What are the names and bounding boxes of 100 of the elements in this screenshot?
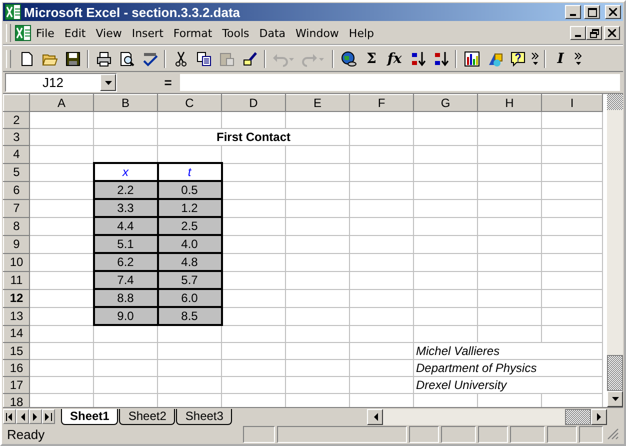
menu-item[interactable]: Tools [217,26,254,40]
dropdown-button[interactable] [100,74,116,91]
paintbrush-icon[interactable] [242,50,258,66]
row-header[interactable]: 5 [4,163,30,181]
row-header[interactable]: 12 [4,289,30,307]
sheet-tab[interactable]: Sheet1 [61,408,118,424]
row-header[interactable]: 17 [4,376,30,394]
last-button[interactable] [42,409,55,424]
menu-item[interactable]: Help [344,26,379,40]
minimize-button[interactable] [565,5,581,19]
question-mark-icon[interactable] [510,50,526,66]
vertical-scrollbar[interactable] [607,94,623,407]
status-panel [409,426,439,442]
restore-icon[interactable] [590,28,598,38]
toolbar-button[interactable]: Σ [360,48,383,70]
close-icon[interactable] [608,29,616,37]
sheet-title: First Contact [158,128,350,146]
table-cell: 2.5 [158,217,222,235]
row-header[interactable]: 14 [4,325,30,342]
close-button[interactable] [604,26,620,40]
restore-button[interactable] [586,26,602,40]
menu-item[interactable]: Edit [59,26,91,40]
row-header[interactable]: 13 [4,307,30,325]
left-triangle-button[interactable] [16,409,29,424]
scroll-left-button[interactable] [367,408,383,424]
column-header[interactable]: A [30,94,94,112]
row-header[interactable]: 4 [4,146,30,163]
menu-item[interactable]: File [31,26,60,40]
select-all-button[interactable] [4,94,30,112]
scroll-down-button[interactable] [607,391,623,407]
column-header[interactable]: E [286,94,350,112]
toolbar-button[interactable]: I [549,48,572,70]
spreadsheet-icon[interactable] [15,25,31,41]
close-icon[interactable] [609,8,617,16]
magnifier-page-icon[interactable] [118,50,134,66]
sheet-tab[interactable]: Sheet2 [119,408,176,424]
column-header[interactable]: B [94,94,158,112]
horizontal-scrollbar[interactable] [367,408,607,424]
equals-button[interactable]: = [161,75,175,90]
column-header[interactable]: F [350,94,414,112]
maximize-button[interactable] [584,5,600,19]
table-cell: 7.4 [94,271,158,289]
chevron-icon[interactable] [530,52,540,66]
blank-page-icon[interactable] [18,50,34,66]
globe-icon[interactable] [340,50,356,66]
row-header[interactable]: 7 [4,199,30,217]
right-triangle-icon[interactable] [596,412,602,420]
checkmark-icon[interactable] [142,50,158,66]
down-triangle-icon[interactable] [612,397,618,401]
menu-item[interactable]: Window [290,26,344,40]
chevron-icon[interactable] [574,52,582,66]
right-triangle-icon[interactable] [33,412,38,420]
row-header[interactable]: 6 [4,181,30,199]
row-header[interactable]: 11 [4,271,30,289]
last-icon[interactable] [45,412,52,420]
row-header[interactable]: 3 [4,128,30,146]
right-triangle-button[interactable] [29,409,42,424]
sort-descending-icon[interactable] [432,50,448,66]
table-cell: 8.5 [158,307,222,325]
sort-ascending-icon[interactable] [410,50,426,66]
menu-item[interactable]: Data [254,26,291,40]
minimize-button[interactable] [570,26,586,40]
row-header[interactable]: 8 [4,217,30,235]
left-triangle-icon[interactable] [372,412,378,420]
column-header[interactable]: C [158,94,222,112]
cell-text: Drexel University [414,376,602,394]
maximize-icon[interactable] [588,8,596,16]
row-header[interactable]: 15 [4,342,30,360]
column-header[interactable]: G [414,94,478,112]
table-cell: 4.8 [158,253,222,271]
toolbar-button[interactable]: fx [383,48,406,70]
menu-item[interactable]: Insert [126,26,168,40]
menu-item[interactable]: Format [168,26,218,40]
spreadsheet-icon [5,4,21,20]
menu-item[interactable]: View [90,26,127,40]
two-pages-icon[interactable] [196,50,212,66]
scissors-icon[interactable] [172,50,188,66]
row-header[interactable]: 2 [4,112,30,128]
scroll-thumb[interactable] [565,408,591,424]
column-header[interactable]: I [542,94,602,112]
table-cell: 5.7 [158,271,222,289]
printer-icon[interactable] [96,50,112,66]
column-header[interactable]: D [222,94,286,112]
row-header[interactable]: 16 [4,360,30,376]
first-icon[interactable] [6,412,13,420]
first-button[interactable] [3,409,16,424]
row-header[interactable]: 10 [4,253,30,271]
dropdown-arrow-icon[interactable] [104,80,112,84]
row-header[interactable]: 18 [4,394,30,407]
bar-chart-icon[interactable] [464,50,480,66]
sheet-tab[interactable]: Sheet3 [176,408,232,424]
formula-field[interactable] [179,73,621,92]
left-triangle-icon[interactable] [20,412,25,420]
scroll-thumb[interactable] [607,355,623,391]
shapes-icon[interactable] [486,50,502,66]
row-header[interactable]: 9 [4,235,30,253]
close-button[interactable] [605,5,621,19]
column-header[interactable]: H [478,94,542,112]
size-grip-icon[interactable] [607,428,619,440]
scroll-right-button[interactable] [591,408,607,424]
